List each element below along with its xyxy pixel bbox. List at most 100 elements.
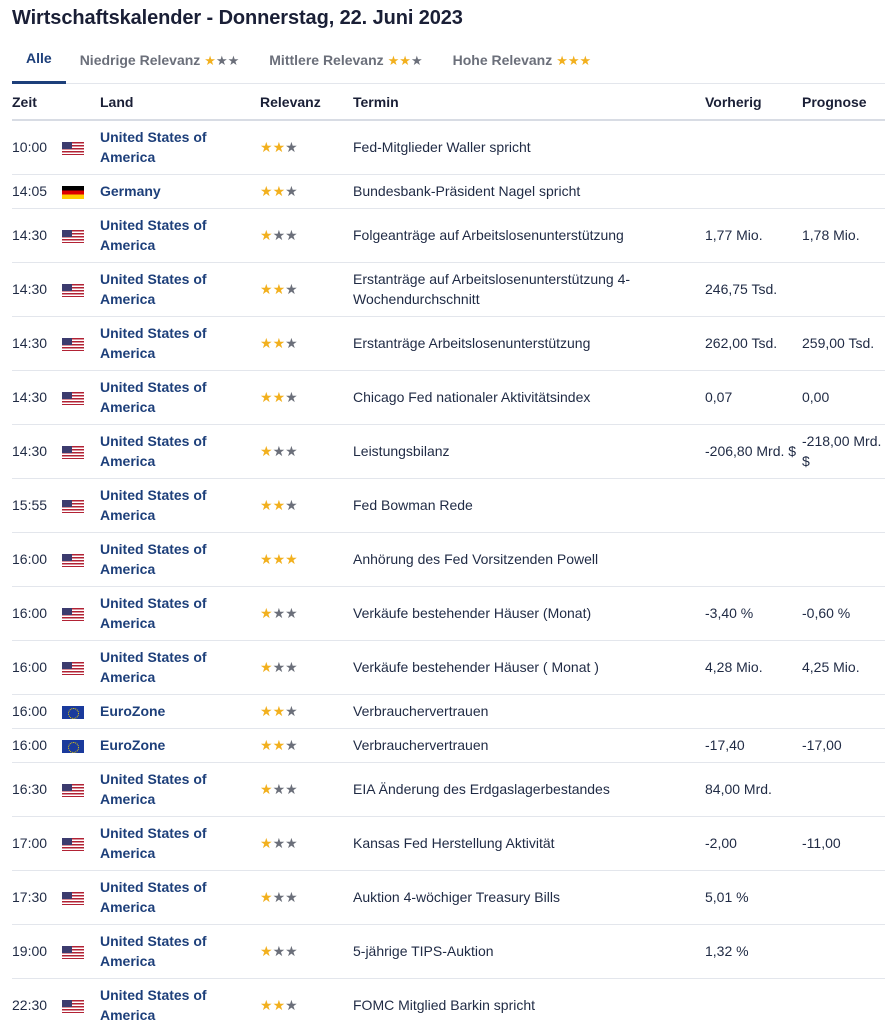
relevance-star-icon: ★: [260, 443, 273, 459]
flag-cell: [62, 532, 100, 587]
relevance-star-icon: ★: [285, 943, 298, 959]
flag-cell: [62, 640, 100, 695]
relevance-stars: ★★★: [260, 924, 353, 979]
relevance-star-icon: ★: [260, 703, 273, 719]
country-name: United States of America: [100, 208, 260, 263]
table-row[interactable]: 14:30 United States of America ★★★ Chicago …: [12, 370, 885, 425]
event-name: EIA Änderung des Erdgaslagerbestandes: [353, 762, 705, 817]
relevance-star-icon: ★: [285, 183, 298, 199]
event-time: 22:30: [12, 978, 62, 1030]
table-row[interactable]: 14:30 United States of America ★★★ Erstantr…: [12, 262, 885, 317]
column-header-relevance: Relevanz: [260, 84, 353, 121]
flag-cell: [62, 262, 100, 317]
relevance-stars: ★★★: [260, 816, 353, 871]
forecast-value: [802, 120, 885, 175]
forecast-value: [802, 478, 885, 533]
relevance-star-icon: ★: [272, 389, 286, 405]
previous-value: -2,00: [705, 816, 802, 871]
relevance-stars: ★★★: [260, 424, 353, 479]
table-row[interactable]: 22:30 United States of America ★★★ FOMC Mit…: [12, 978, 885, 1030]
table-row[interactable]: 14:05 Germany ★★★ Bundesbank-Präsident Nage…: [12, 174, 885, 209]
tab-star-icon: ★: [399, 52, 411, 68]
event-time: 14:30: [12, 370, 62, 425]
event-name: Kansas Fed Herstellung Aktivität: [353, 816, 705, 871]
previous-value: -17,40: [705, 728, 802, 763]
relevance-star-icon: ★: [272, 835, 286, 851]
table-header-row: Zeit Land Relevanz Termin Vorherig Progn…: [12, 84, 885, 121]
country-name: United States of America: [100, 978, 260, 1030]
event-time: 16:30: [12, 762, 62, 817]
tab-0[interactable]: Alle: [12, 36, 66, 84]
flag-us-icon: [62, 837, 84, 851]
event-name: Anhörung des Fed Vorsitzenden Powell: [353, 532, 705, 587]
relevance-stars: ★★★: [260, 586, 353, 641]
event-time: 16:00: [12, 728, 62, 763]
country-name: United States of America: [100, 370, 260, 425]
table-row[interactable]: 17:30 United States of America ★★★ Auktion …: [12, 870, 885, 925]
table-row[interactable]: 14:30 United States of America ★★★ Erstantr…: [12, 316, 885, 371]
forecast-value: [802, 978, 885, 1030]
forecast-value: [802, 532, 885, 587]
forecast-value: [802, 262, 885, 317]
relevance-star-icon: ★: [260, 997, 273, 1013]
table-row[interactable]: 16:00 United States of America ★★★ Verkäufe…: [12, 640, 885, 695]
event-time: 14:30: [12, 262, 62, 317]
flag-us-icon: [62, 607, 84, 621]
event-name: Verkäufe bestehender Häuser ( Monat ): [353, 640, 705, 695]
event-name: Verbrauchervertrauen: [353, 694, 705, 729]
relevance-stars: ★★★: [260, 694, 353, 729]
forecast-value: [802, 924, 885, 979]
country-name: United States of America: [100, 816, 260, 871]
relevance-stars: ★★★: [260, 762, 353, 817]
table-row[interactable]: 14:30 United States of America ★★★ Leistung…: [12, 424, 885, 479]
relevance-star-icon: ★: [260, 781, 273, 797]
relevance-star-icon: ★: [260, 943, 273, 959]
relevance-star-icon: ★: [285, 835, 298, 851]
event-time: 15:55: [12, 478, 62, 533]
column-header-event: Termin: [353, 84, 705, 121]
previous-value: [705, 532, 802, 587]
relevance-star-icon: ★: [272, 737, 286, 753]
tab-3[interactable]: Hohe Relevanz ★★★: [453, 36, 592, 84]
tab-1[interactable]: Niedrige Relevanz ★★★: [80, 36, 240, 84]
event-time: 16:00: [12, 694, 62, 729]
relevance-stars: ★★★: [260, 532, 353, 587]
event-time: 14:30: [12, 424, 62, 479]
forecast-value: [802, 762, 885, 817]
flag-cell: [62, 120, 100, 175]
table-row[interactable]: 16:00 United States of America ★★★ Verkäufe…: [12, 586, 885, 641]
table-row[interactable]: 17:00 United States of America ★★★ Kansas F…: [12, 816, 885, 871]
flag-us-icon: [62, 891, 84, 905]
table-row[interactable]: 10:00 United States of America ★★★ Fed-Mitg…: [12, 120, 885, 175]
flag-cell: [62, 762, 100, 817]
table-row[interactable]: 14:30 United States of America ★★★ Folgeant…: [12, 208, 885, 263]
relevance-tabs: Alle Niedrige Relevanz ★★★ Mittlere Relevan…: [12, 36, 885, 84]
tab-star-icon: ★: [410, 52, 423, 68]
table-row[interactable]: 16:00 United States of America ★★★ Anhörung…: [12, 532, 885, 587]
relevance-star-icon: ★: [272, 335, 286, 351]
relevance-star-icon: ★: [285, 139, 298, 156]
forecast-value: [802, 694, 885, 729]
flag-cell: [62, 478, 100, 533]
table-row[interactable]: 15:55 United States of America ★★★ Fed Bowm…: [12, 478, 885, 533]
tab-relevance-stars: ★★★: [204, 36, 239, 84]
previous-value: 1,77 Mio.: [705, 208, 802, 263]
table-row[interactable]: 16:00 EuroZone ★★★ Verbrauchervertrauen -17,…: [12, 728, 885, 763]
event-time: 16:00: [12, 586, 62, 641]
tab-star-icon: ★: [567, 52, 580, 68]
relevance-stars: ★★★: [260, 262, 353, 317]
relevance-star-icon: ★: [260, 835, 273, 851]
table-row[interactable]: 16:30 United States of America ★★★ EIA Ände…: [12, 762, 885, 817]
event-time: 10:00: [12, 120, 62, 175]
tab-2[interactable]: Mittlere Relevanz ★★★: [269, 36, 422, 84]
event-name: Verbrauchervertrauen: [353, 728, 705, 763]
country-name: United States of America: [100, 316, 260, 371]
country-name: United States of America: [100, 532, 260, 587]
flag-us-icon: [62, 499, 84, 513]
previous-value: 1,32 %: [705, 924, 802, 979]
table-row[interactable]: 19:00 United States of America ★★★ 5-jährig…: [12, 924, 885, 979]
table-row[interactable]: 16:00 EuroZone ★★★ Verbrauchervertrauen: [12, 694, 885, 729]
relevance-star-icon: ★: [272, 139, 286, 156]
relevance-stars: ★★★: [260, 870, 353, 925]
previous-value: 4,28 Mio.: [705, 640, 802, 695]
